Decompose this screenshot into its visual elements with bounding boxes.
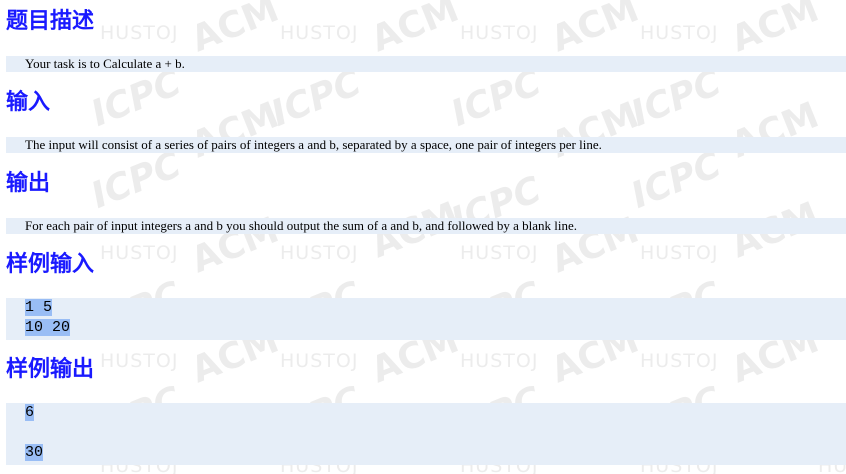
watermark-icpc: ICPC: [85, 144, 187, 217]
watermark-hustoj: HUSTOJ: [460, 22, 539, 44]
sample-input-line: 1 5: [25, 299, 53, 316]
input-heading: 输入: [6, 90, 51, 115]
output-text: For each pair of input integers a and b …: [25, 218, 578, 233]
watermark-hustoj: HUSTOJ: [100, 242, 179, 264]
sample-input-heading: 样例输入: [6, 252, 95, 277]
watermark-hustoj: HUSTOJ: [280, 350, 359, 372]
output-heading: 输出: [6, 171, 51, 196]
input-box: The input will consist of a series of pa…: [6, 137, 846, 153]
sample-input-code[interactable]: 1 5 10 20: [6, 298, 846, 338]
description-text: Your task is to Calculate a + b.: [25, 56, 185, 71]
watermark-hustoj: HUSTOJ: [640, 242, 719, 264]
watermark-acm: ACM: [365, 0, 465, 61]
sample-input-line: 10 20: [25, 319, 71, 336]
watermark-acm: ACM: [725, 94, 825, 167]
watermark-hustoj: HUSTOJ: [100, 22, 179, 44]
watermark-hustoj: HUSTOJ: [640, 22, 719, 44]
watermark-icpc: ICPC: [625, 62, 727, 135]
sample-output-line: 30: [25, 444, 44, 461]
watermark-acm: ACM: [545, 0, 645, 61]
sample-input-box[interactable]: 1 5 10 20: [6, 298, 846, 340]
watermark-icpc: ICPC: [625, 144, 727, 217]
output-box: For each pair of input integers a and b …: [6, 218, 846, 234]
watermark-acm: ACM: [545, 94, 645, 167]
sample-output-code[interactable]: 6 30: [6, 403, 846, 463]
watermark-hustoj: HUSTOJ: [280, 242, 359, 264]
sample-output-heading: 样例输出: [6, 357, 95, 382]
watermark-hustoj: HUSTOJ: [460, 242, 539, 264]
watermark-icpc: ICPC: [265, 62, 367, 135]
watermark-acm: ACM: [185, 94, 285, 167]
sample-output-box[interactable]: 6 30: [6, 403, 846, 465]
description-box: Your task is to Calculate a + b.: [6, 56, 846, 72]
watermark-acm: ACM: [725, 0, 825, 61]
input-text: The input will consist of a series of pa…: [25, 137, 602, 152]
watermark-hustoj: HUSTOJ: [100, 350, 179, 372]
watermark-acm: ACM: [185, 0, 285, 61]
watermark-hustoj: HUSTOJ: [460, 350, 539, 372]
description-heading: 题目描述: [6, 9, 95, 34]
watermark-hustoj: HUSTOJ: [640, 350, 719, 372]
watermark-icpc: ICPC: [85, 62, 187, 135]
sample-output-line: 6: [25, 404, 35, 421]
watermark-icpc: ICPC: [445, 62, 547, 135]
watermark-hustoj: HUSTOJ: [280, 22, 359, 44]
